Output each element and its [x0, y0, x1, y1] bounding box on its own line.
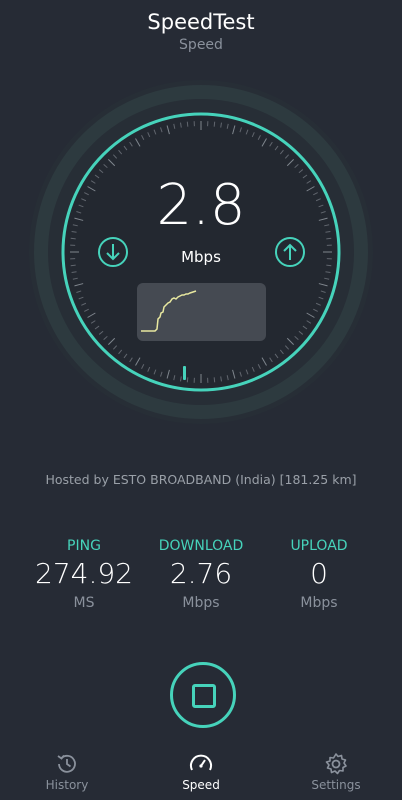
gear-icon: [325, 753, 347, 775]
stop-icon: [192, 684, 216, 708]
ping-unit: MS: [73, 595, 95, 611]
nav-label-history: History: [45, 778, 89, 792]
speed-graph-line: [141, 290, 197, 332]
nav-item-history[interactable]: History: [17, 745, 117, 792]
speed-graph: [137, 283, 266, 341]
speed-gauge: 2.8 Mbps: [0, 70, 402, 430]
nav-item-settings[interactable]: Settings: [286, 745, 386, 792]
upload-value: 0: [310, 557, 328, 590]
upload-unit: Mbps: [300, 595, 338, 611]
download-unit: Mbps: [182, 595, 220, 611]
nav-item-speed[interactable]: Speed: [151, 745, 251, 792]
arrow-down-circle-icon: [98, 237, 128, 267]
ping-stat: PING 274.92 MS: [19, 536, 149, 614]
ping-label: PING: [67, 538, 101, 554]
stop-button[interactable]: [170, 662, 236, 728]
download-stat: DOWNLOAD 2.76 Mbps: [136, 536, 266, 614]
app-title: SpeedTest: [147, 10, 255, 34]
download-label: DOWNLOAD: [158, 538, 244, 554]
upload-label: UPLOAD: [290, 538, 348, 554]
speedometer-icon: [190, 754, 212, 771]
host-info: Hosted by ESTO BROADBAND (India) [181.25…: [45, 472, 357, 487]
speed-unit: Mbps: [181, 248, 221, 266]
history-icon: [57, 754, 76, 773]
download-value: 2.76: [169, 557, 233, 590]
ping-value: 274.92: [35, 557, 133, 590]
upload-stat: UPLOAD 0 Mbps: [254, 536, 384, 614]
header: SpeedTest Speed: [0, 8, 402, 54]
speed-value: 2.8: [156, 173, 246, 238]
bottom-nav: History Speed Settings: [0, 745, 402, 800]
nav-label-speed: Speed: [182, 778, 220, 792]
page-subtitle: Speed: [179, 37, 223, 53]
nav-label-settings: Settings: [311, 778, 361, 792]
arrow-up-circle-icon: [275, 237, 305, 267]
